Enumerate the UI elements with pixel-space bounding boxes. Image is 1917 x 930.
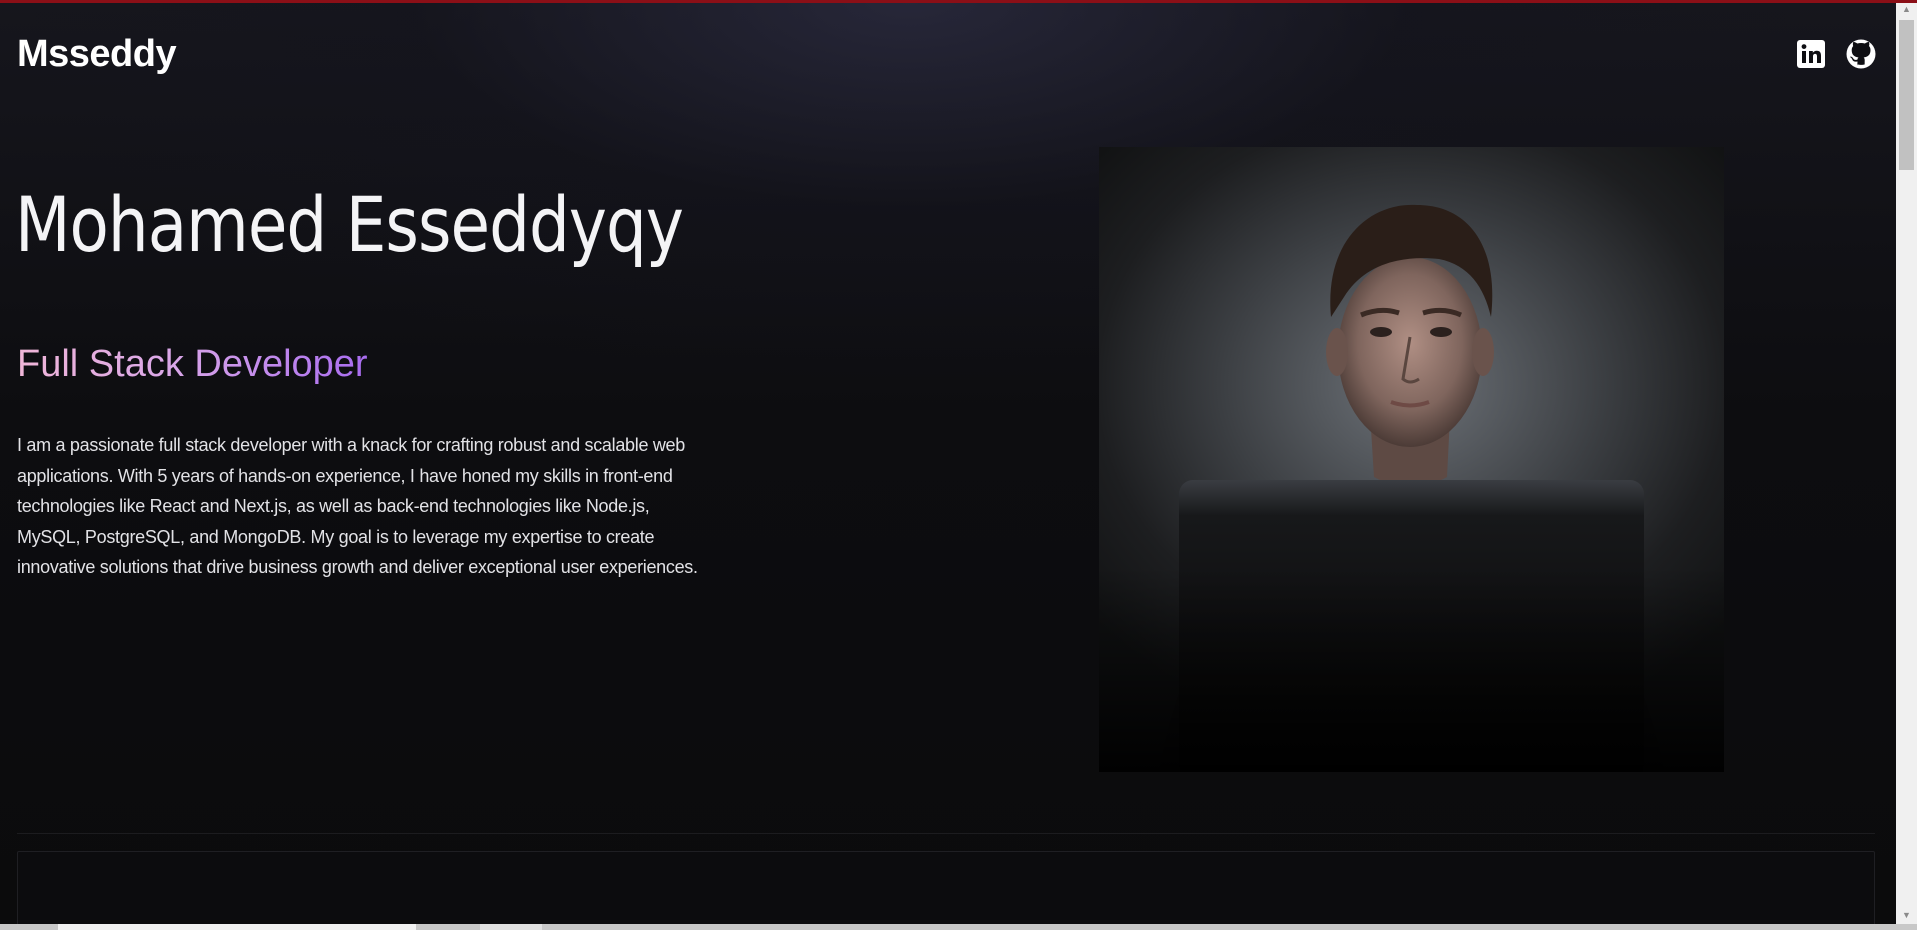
horizontal-scroll-thumb[interactable] bbox=[58, 924, 416, 930]
hero-role: Full Stack Developer bbox=[17, 343, 368, 385]
vertical-scrollbar[interactable]: ▲ ▼ bbox=[1896, 0, 1917, 924]
horizontal-scrollbar[interactable] bbox=[0, 924, 1917, 930]
hero-description: I am a passionate full stack developer w… bbox=[17, 435, 698, 577]
github-link[interactable] bbox=[1845, 38, 1877, 70]
brand-logo[interactable]: Msseddy bbox=[17, 33, 177, 76]
github-icon bbox=[1845, 38, 1877, 70]
hero-name: Mohamed Esseddyqy bbox=[15, 180, 684, 269]
linkedin-icon bbox=[1795, 38, 1827, 70]
section-divider bbox=[17, 833, 1875, 834]
content-panel bbox=[17, 851, 1875, 924]
horizontal-scroll-segment bbox=[480, 924, 542, 930]
page: Msseddy Mohamed Esseddyqy Full Stack Dev… bbox=[0, 0, 1896, 924]
scroll-down-icon[interactable]: ▼ bbox=[1896, 906, 1917, 924]
profile-photo bbox=[1099, 147, 1724, 772]
vertical-scroll-thumb[interactable] bbox=[1899, 20, 1914, 170]
top-accent-bar bbox=[0, 0, 1917, 3]
linkedin-link[interactable] bbox=[1795, 38, 1827, 70]
